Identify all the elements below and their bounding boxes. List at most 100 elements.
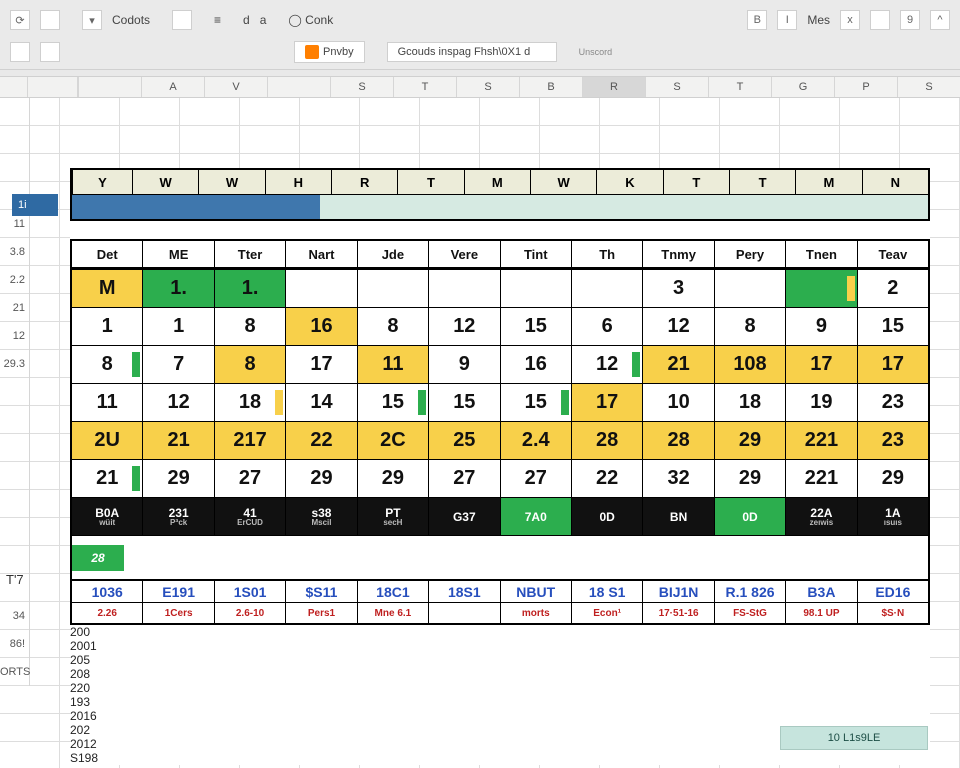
cell[interactable]: 15 (500, 308, 571, 345)
cell[interactable]: 15 (428, 384, 499, 421)
cell[interactable]: 8 (72, 346, 142, 383)
cell[interactable]: 9 (428, 346, 499, 383)
cell[interactable]: 12 (571, 346, 642, 383)
cell[interactable]: 11 (72, 384, 142, 421)
cell[interactable]: 28 (571, 422, 642, 459)
column-header[interactable]: S (456, 77, 519, 97)
row-header[interactable]: 86! (0, 630, 30, 658)
red-id-cell[interactable]: 2.26 (72, 603, 142, 623)
cell[interactable] (785, 270, 856, 307)
cell[interactable]: 12 (642, 308, 713, 345)
cell[interactable]: 17 (857, 346, 928, 383)
dark-cell[interactable]: 7A0 (500, 498, 571, 535)
codots-label[interactable]: Codots (112, 13, 150, 27)
row-header[interactable] (0, 126, 30, 154)
dropdown-icon[interactable]: ▾ (82, 10, 102, 30)
cell[interactable]: 22 (285, 422, 356, 459)
cell[interactable]: 23 (857, 422, 928, 459)
red-id-cell[interactable]: 17·51-16 (642, 603, 713, 623)
column-header[interactable]: P (834, 77, 897, 97)
dark-cell[interactable]: PTsecH (357, 498, 428, 535)
cell[interactable]: 15 (857, 308, 928, 345)
select-all-corner[interactable] (0, 77, 28, 97)
column-header[interactable]: T (393, 77, 456, 97)
cell[interactable]: 15 (357, 384, 428, 421)
dark-cell[interactable]: G37 (428, 498, 499, 535)
column-header[interactable]: T (708, 77, 771, 97)
cell[interactable]: 12 (142, 384, 213, 421)
column-header[interactable]: A (141, 77, 204, 97)
indent-right-button[interactable] (40, 42, 60, 62)
caret-button[interactable]: ^ (930, 10, 950, 30)
cell[interactable]: 16 (500, 346, 571, 383)
dark-cell[interactable]: 22Azeıwis (785, 498, 856, 535)
empty-box-button[interactable] (870, 10, 890, 30)
privacy-pill[interactable]: Pnvby (294, 41, 365, 63)
format-box-1[interactable] (40, 10, 60, 30)
column-header[interactable]: S (897, 77, 960, 97)
dark-cell[interactable]: 231Pªck (142, 498, 213, 535)
cell[interactable]: 25 (428, 422, 499, 459)
cell[interactable]: 29 (285, 460, 356, 497)
cell[interactable]: 29 (714, 460, 785, 497)
blue-id-cell[interactable]: BIJ1N (642, 581, 713, 603)
column-header[interactable]: S (645, 77, 708, 97)
small-a-label[interactable]: a (260, 13, 267, 27)
cell[interactable]: 9 (785, 308, 856, 345)
cell[interactable]: 29 (857, 460, 928, 497)
row-header[interactable]: 29.3 (0, 350, 30, 378)
cell[interactable]: 21 (72, 460, 142, 497)
cell[interactable]: 1 (72, 308, 142, 345)
cell[interactable]: 2C (357, 422, 428, 459)
format-box-2[interactable] (172, 10, 192, 30)
cell[interactable]: 12 (428, 308, 499, 345)
cell[interactable]: 29 (714, 422, 785, 459)
blue-id-cell[interactable]: 1S01 (214, 581, 285, 603)
dark-cell[interactable]: 1Aısuıs (857, 498, 928, 535)
redo-button[interactable]: ⟳ (10, 10, 30, 30)
cell[interactable] (357, 270, 428, 307)
blue-id-cell[interactable]: $S11 (285, 581, 356, 603)
blue-id-cell[interactable]: 1036 (72, 581, 142, 603)
red-id-cell[interactable]: Econ¹ (571, 603, 642, 623)
row-header[interactable] (0, 154, 30, 182)
red-id-cell[interactable] (428, 603, 499, 623)
red-id-cell[interactable]: 98.1 UP (785, 603, 856, 623)
row-header[interactable]: 2.2 (0, 266, 30, 294)
conk-label[interactable]: ◯ Conk (288, 13, 333, 27)
cell[interactable]: 8 (214, 346, 285, 383)
cell[interactable]: 8 (357, 308, 428, 345)
cell[interactable] (428, 270, 499, 307)
spreadsheet-grid[interactable]: 113.82.2211229.33486!ORTS 1i YWWHRTMWKTT… (0, 98, 960, 768)
dark-cell[interactable]: 0D (714, 498, 785, 535)
cell[interactable]: 19 (785, 384, 856, 421)
dark-cell[interactable]: B0Awüit (72, 498, 142, 535)
small-d-label[interactable]: d (243, 13, 250, 27)
dark-cell[interactable]: BN (642, 498, 713, 535)
cell[interactable]: 2U (72, 422, 142, 459)
indent-left-button[interactable] (10, 42, 30, 62)
row-header[interactable]: 3.8 (0, 238, 30, 266)
blue-id-cell[interactable]: E191 (142, 581, 213, 603)
cell[interactable]: 27 (214, 460, 285, 497)
cell[interactable]: 7 (142, 346, 213, 383)
cell[interactable]: 6 (571, 308, 642, 345)
row-header[interactable] (0, 518, 30, 546)
italic-button[interactable]: I (777, 10, 797, 30)
cell[interactable]: 15 (500, 384, 571, 421)
dark-cell[interactable]: 0D (571, 498, 642, 535)
align-icon[interactable]: ≡ (214, 13, 221, 27)
cell[interactable] (571, 270, 642, 307)
cell[interactable]: 1 (142, 308, 213, 345)
column-header[interactable] (267, 77, 330, 97)
row-header[interactable] (0, 98, 30, 126)
cell[interactable]: 21 (642, 346, 713, 383)
blue-id-cell[interactable]: 18S1 (428, 581, 499, 603)
cell[interactable]: 17 (785, 346, 856, 383)
cell[interactable]: 22 (571, 460, 642, 497)
x-button[interactable]: x (840, 10, 860, 30)
column-header[interactable] (78, 77, 141, 97)
row-header[interactable] (0, 434, 30, 462)
gcouds-pill[interactable]: Gcouds inspag Fhsh\0X1 d (387, 42, 557, 62)
cell[interactable]: 2.4 (500, 422, 571, 459)
